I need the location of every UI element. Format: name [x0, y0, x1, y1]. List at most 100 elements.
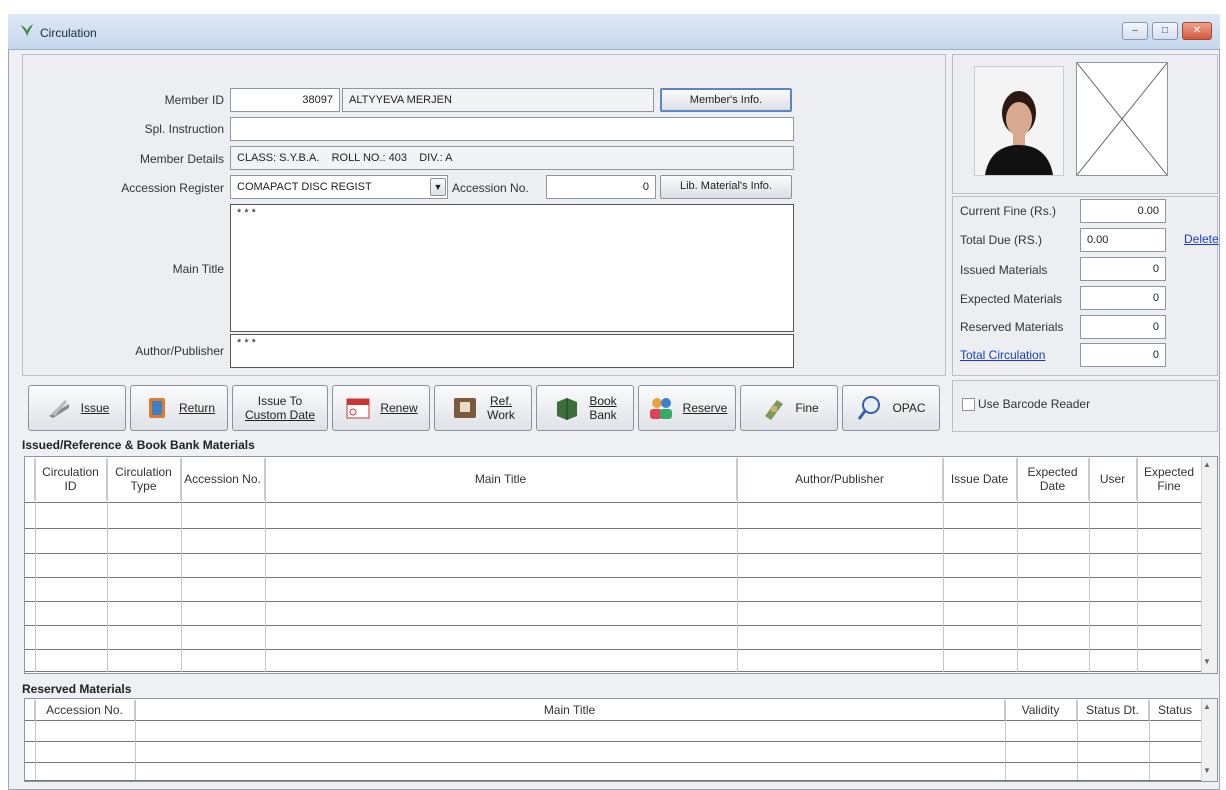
reserved-grid-header: Accession No. Main Title Validity Status…: [25, 700, 1201, 720]
col-circulation-type[interactable]: Circulation Type: [107, 458, 181, 500]
opac-icon: [858, 396, 881, 420]
return-button[interactable]: Return: [130, 385, 228, 431]
window-title: Circulation: [40, 26, 97, 40]
book-bank-button[interactable]: Book Bank: [536, 385, 634, 431]
expected-materials-field: 0: [1080, 286, 1166, 310]
total-due-field: 0.00: [1080, 228, 1166, 252]
member-id-label: Member ID: [164, 93, 224, 107]
total-circulation-field: 0: [1080, 343, 1166, 367]
grid-row-line: [25, 553, 1201, 554]
grid-row-line: [25, 625, 1201, 626]
grid-col-line: [1089, 458, 1090, 672]
current-fine-label: Current Fine (Rs.): [960, 204, 1057, 218]
barcode-label: Use Barcode Reader: [978, 397, 1091, 411]
minimize-button[interactable]: –: [1122, 22, 1148, 40]
grid-col-line: [1077, 700, 1078, 780]
scroll-down-icon[interactable]: ▼: [1203, 766, 1211, 775]
book-bank-icon: [557, 398, 578, 420]
reserve-icon: [649, 398, 672, 419]
fine-label: Fine: [795, 401, 819, 415]
current-fine-field: 0.00: [1080, 199, 1166, 223]
col-res-accession-no[interactable]: Accession No.: [35, 700, 135, 720]
col-res-validity[interactable]: Validity: [1005, 700, 1077, 720]
fine-icon: [765, 400, 784, 420]
grid-row-line: [25, 649, 1201, 650]
members-info-button[interactable]: Member's Info.: [660, 88, 792, 112]
spl-instruction-input[interactable]: [230, 117, 794, 141]
member-name-field: ALTYYEVA MERJEN: [342, 88, 654, 112]
col-accession-no[interactable]: Accession No.: [181, 458, 265, 500]
grid-row-line: [25, 601, 1201, 602]
grid-row-line: [25, 741, 1201, 742]
accession-no-label: Accession No.: [452, 181, 529, 195]
issue-custom-label-2: Custom Date: [244, 408, 316, 422]
scroll-up-icon[interactable]: ▲: [1203, 460, 1211, 469]
grid-row-line: [25, 671, 1201, 672]
return-label: Return: [178, 401, 216, 415]
member-details-label: Member Details: [139, 152, 224, 166]
lib-materials-info-button[interactable]: Lib. Material's Info.: [660, 175, 792, 199]
title-bar[interactable]: [8, 14, 1220, 50]
issue-label: Issue: [80, 401, 110, 415]
member-id-input[interactable]: 38097: [230, 88, 340, 112]
scroll-down-icon[interactable]: ▼: [1203, 657, 1211, 666]
reserve-button[interactable]: Reserve: [638, 385, 736, 431]
col-user[interactable]: User: [1089, 458, 1137, 500]
app-icon: [21, 24, 33, 37]
row-selector-header: [25, 458, 35, 500]
col-expected-fine[interactable]: Expected Fine: [1137, 458, 1201, 500]
col-author-publisher[interactable]: Author/Publisher: [737, 458, 943, 500]
delete-link[interactable]: Delete: [1184, 232, 1219, 246]
issued-grid-scrollbar[interactable]: [1201, 457, 1217, 673]
opac-label: OPAC: [892, 401, 926, 415]
close-button[interactable]: ✕: [1182, 22, 1212, 40]
dropdown-icon[interactable]: ▼: [430, 178, 446, 196]
col-circulation-id[interactable]: Circulation ID: [35, 458, 107, 500]
main-title-label: Main Title: [172, 262, 224, 276]
ref-work-button[interactable]: Ref. Work: [434, 385, 532, 431]
fine-button[interactable]: Fine: [740, 385, 838, 431]
grid-row-line: [25, 502, 1201, 503]
col-res-status[interactable]: Status: [1149, 700, 1201, 720]
total-circulation-link[interactable]: Total Circulation: [960, 348, 1045, 362]
col-issue-date[interactable]: Issue Date: [943, 458, 1017, 500]
issue-custom-label-1: Issue To: [257, 394, 303, 408]
grid-col-line: [1137, 458, 1138, 672]
grid-col-line: [1017, 458, 1018, 672]
reserved-materials-label: Reserved Materials: [960, 320, 1064, 334]
scroll-up-icon[interactable]: ▲: [1203, 702, 1211, 711]
renew-label: Renew: [380, 401, 418, 415]
issued-materials-field: 0: [1080, 257, 1166, 281]
expected-materials-label: Expected Materials: [960, 292, 1063, 306]
grid-row-line: [25, 577, 1201, 578]
col-expected-date[interactable]: Expected Date: [1017, 458, 1089, 500]
grid-row-line: [25, 762, 1201, 763]
issue-custom-date-button[interactable]: Issue To Custom Date: [232, 385, 328, 431]
accession-register-label: Accession Register: [121, 181, 224, 195]
grid-row-line: [25, 528, 1201, 529]
reserved-materials-field: 0: [1080, 315, 1166, 339]
signature-placeholder: [1076, 62, 1168, 176]
col-res-main-title[interactable]: Main Title: [135, 700, 1005, 720]
grid-col-line: [737, 458, 738, 672]
col-res-status-dt[interactable]: Status Dt.: [1077, 700, 1149, 720]
issued-materials-label: Issued Materials: [960, 263, 1048, 277]
grid-col-line: [1005, 700, 1006, 780]
grid-col-line: [35, 700, 36, 780]
spl-instruction-label: Spl. Instruction: [144, 122, 224, 136]
accession-register-select[interactable]: COMAPACT DISC REGIST: [230, 175, 448, 199]
renew-button[interactable]: Renew: [332, 385, 430, 431]
accession-no-input[interactable]: 0: [546, 175, 656, 199]
issue-button[interactable]: Issue: [28, 385, 126, 431]
opac-button[interactable]: OPAC: [842, 385, 940, 431]
barcode-checkbox[interactable]: [962, 398, 975, 411]
grid-col-line: [265, 458, 266, 672]
grid-row-line: [25, 780, 1201, 781]
total-due-label: Total Due (RS.): [960, 233, 1043, 247]
maximize-button[interactable]: □: [1152, 22, 1178, 40]
grid-col-line: [35, 458, 36, 672]
col-main-title[interactable]: Main Title: [265, 458, 737, 500]
grid-col-line: [1149, 700, 1150, 780]
grid-col-line: [107, 458, 108, 672]
issue-icon: [48, 400, 69, 418]
